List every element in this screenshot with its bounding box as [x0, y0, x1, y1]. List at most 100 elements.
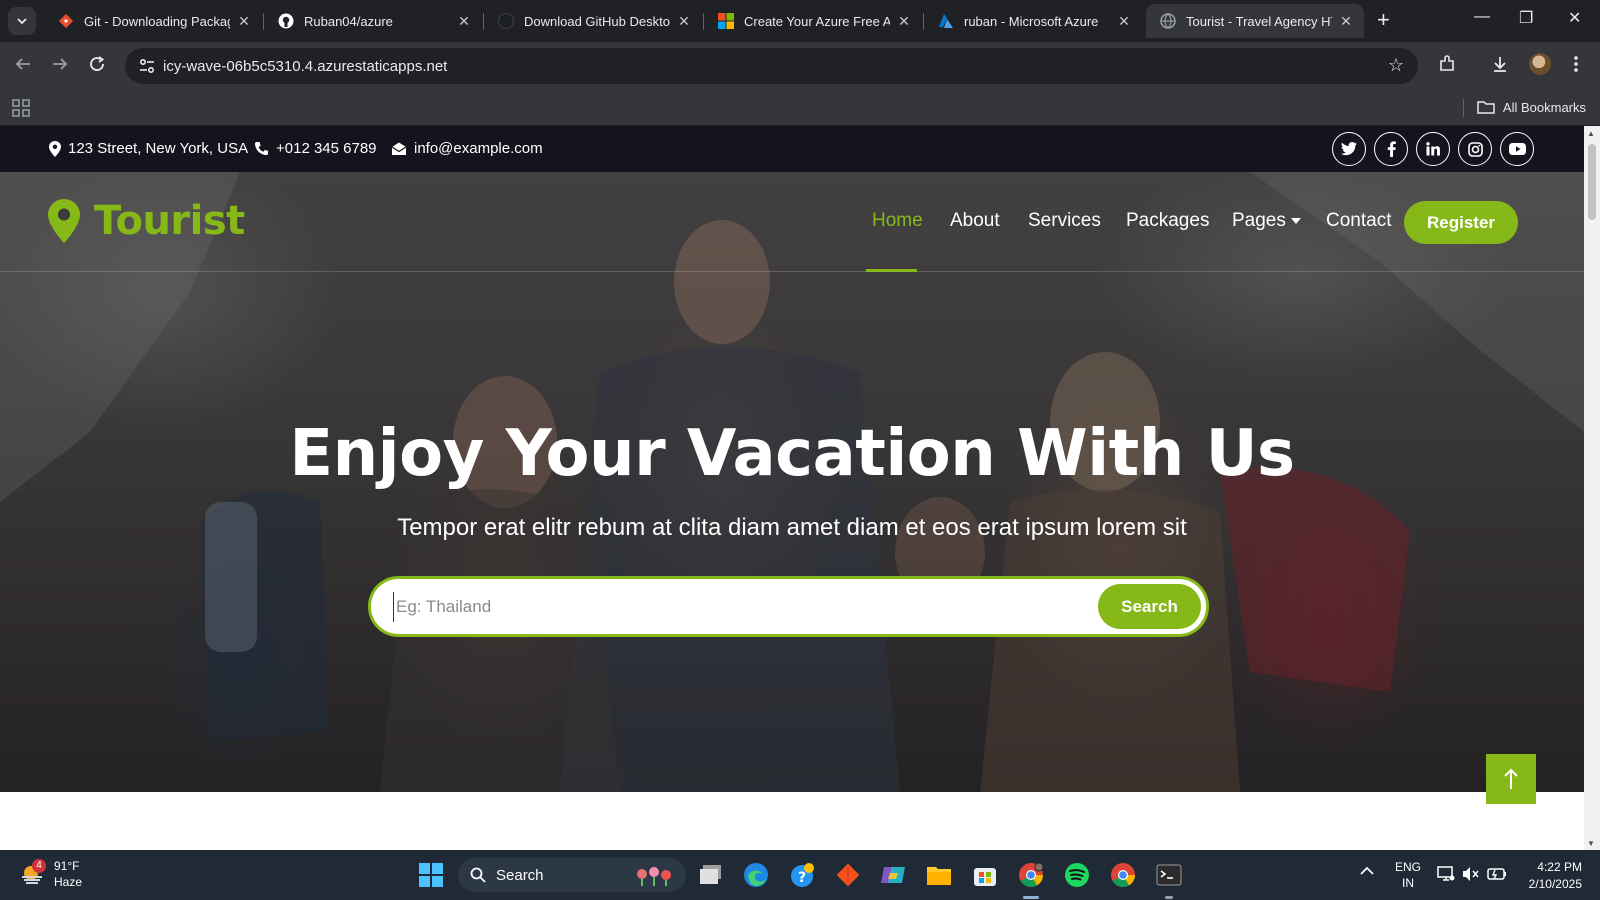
apps-grid-icon[interactable]	[12, 99, 30, 117]
chrome-profile-icon[interactable]	[1018, 862, 1044, 888]
region-code: IN	[1402, 876, 1414, 890]
hero-subtitle: Tempor erat elitr rebum at clita diam am…	[397, 514, 1187, 541]
forward-button[interactable]	[51, 55, 69, 78]
tab-azure-free-account[interactable]: Create Your Azure Free Ac ✕	[704, 4, 922, 38]
windows-start-icon[interactable]	[418, 862, 444, 888]
chrome-icon[interactable]	[1110, 862, 1136, 888]
twitter-icon[interactable]	[1332, 132, 1366, 166]
instagram-icon[interactable]	[1458, 132, 1492, 166]
git-app-icon[interactable]	[835, 862, 861, 888]
close-icon[interactable]: ✕	[456, 13, 472, 30]
close-icon[interactable]: ✕	[676, 13, 692, 30]
spotify-icon[interactable]	[1064, 862, 1090, 888]
scroll-up-arrow-icon[interactable]: ▲	[1587, 129, 1595, 138]
tab-git[interactable]: Git - Downloading Package ✕	[44, 4, 262, 38]
phone-item: +012 345 6789	[254, 140, 377, 157]
chevron-down-icon	[17, 18, 27, 25]
kebab-menu-icon[interactable]	[1573, 54, 1579, 79]
microsoft-store-icon[interactable]	[972, 862, 998, 888]
clock-time: 4:22 PM	[1537, 860, 1582, 874]
bookmarks-separator	[1463, 99, 1464, 117]
scrollbar-thumb[interactable]	[1588, 144, 1596, 220]
new-tab-button[interactable]: +	[1377, 9, 1390, 31]
github-icon	[278, 13, 294, 29]
close-icon[interactable]: ✕	[1116, 13, 1132, 30]
facebook-icon[interactable]	[1374, 132, 1408, 166]
network-icon[interactable]	[1437, 866, 1455, 885]
weather-alert-badge: 4	[32, 859, 46, 873]
nav-about[interactable]: About	[950, 210, 1000, 232]
envelope-open-icon	[391, 142, 407, 155]
weather-widget[interactable]: 4 91°F Haze	[20, 858, 82, 890]
back-to-top-button[interactable]	[1486, 754, 1536, 804]
hero-title: Enjoy Your Vacation With Us	[289, 417, 1295, 491]
edge-browser-icon[interactable]	[743, 862, 769, 888]
map-marker-icon	[49, 140, 61, 157]
tab-title: Tourist - Travel Agency HT	[1186, 13, 1332, 29]
weather-haze-icon: 4	[20, 859, 46, 885]
tab-tourist[interactable]: Tourist - Travel Agency HT ✕	[1146, 4, 1364, 38]
destination-search-form: Search	[368, 576, 1209, 637]
tab-github-desktop[interactable]: Download GitHub Desktop ✕	[484, 4, 702, 38]
site-settings-icon[interactable]	[137, 56, 157, 76]
bookmarks-bar: All Bookmarks	[0, 90, 1600, 126]
minimize-button[interactable]: —	[1474, 8, 1490, 26]
browser-toolbar: icy-wave-06b5c5310.4.azurestaticapps.net…	[0, 42, 1600, 90]
show-hidden-icons-icon[interactable]	[1360, 865, 1374, 879]
extensions-icon[interactable]	[1437, 54, 1457, 79]
flowers-decoration-icon	[637, 867, 671, 886]
task-view-icon[interactable]	[698, 862, 724, 888]
taskbar-search-box[interactable]: Search	[458, 858, 686, 892]
linkedin-icon[interactable]	[1416, 132, 1450, 166]
tab-title: Create Your Azure Free Ac	[744, 13, 890, 29]
address-bar[interactable]: icy-wave-06b5c5310.4.azurestaticapps.net…	[125, 48, 1418, 84]
email-text: info@example.com	[414, 140, 543, 157]
nav-pages-dropdown[interactable]: Pages	[1232, 210, 1301, 232]
close-window-button[interactable]: ✕	[1568, 8, 1581, 28]
copilot-icon[interactable]	[880, 862, 906, 888]
weather-description: Haze	[54, 875, 83, 889]
system-clock[interactable]: 4:22 PM 2/10/2025	[1520, 859, 1582, 893]
close-icon[interactable]: ✕	[236, 13, 252, 30]
back-button[interactable]	[14, 55, 32, 78]
nav-contact[interactable]: Contact	[1326, 210, 1391, 232]
all-bookmarks-button[interactable]: All Bookmarks	[1477, 99, 1586, 115]
microsoft-icon	[718, 13, 734, 29]
help-app-icon[interactable]: ?	[789, 862, 815, 888]
tab-strip: Git - Downloading Package ✕ Ruban04/azur…	[0, 0, 1600, 42]
nav-services[interactable]: Services	[1028, 210, 1101, 232]
tab-ruban-azure[interactable]: Ruban04/azure ✕	[264, 4, 482, 38]
clock-date: 2/10/2025	[1528, 877, 1582, 891]
download-icon[interactable]	[1490, 54, 1510, 79]
search-button[interactable]: Search	[1098, 584, 1201, 629]
nav-packages[interactable]: Packages	[1126, 210, 1209, 232]
youtube-icon[interactable]	[1500, 132, 1534, 166]
hero-section: Tourist Home About Services Packages Pag…	[0, 172, 1584, 792]
url-text[interactable]: icy-wave-06b5c5310.4.azurestaticapps.net	[163, 58, 447, 75]
language-indicator[interactable]: ENG IN	[1395, 859, 1421, 891]
terminal-icon[interactable]	[1156, 862, 1182, 888]
destination-search-input[interactable]	[393, 592, 1073, 622]
tab-title: Ruban04/azure	[304, 13, 393, 29]
close-icon[interactable]: ✕	[896, 13, 912, 30]
tab-search-button[interactable]	[8, 7, 36, 35]
folder-icon	[1477, 101, 1495, 114]
page-scrollbar[interactable]: ▲ ▼	[1584, 126, 1600, 850]
reload-button[interactable]	[88, 55, 106, 78]
tab-microsoft-azure[interactable]: ruban - Microsoft Azure ✕	[924, 4, 1142, 38]
main-navbar: Tourist Home About Services Packages Pag…	[0, 172, 1584, 272]
restore-button[interactable]: ❐	[1519, 8, 1533, 28]
weather-temperature: 91°F	[54, 859, 80, 873]
profile-avatar[interactable]	[1529, 53, 1551, 75]
brand-logo[interactable]: Tourist	[48, 198, 245, 244]
nav-home[interactable]: Home	[872, 210, 923, 232]
battery-icon[interactable]	[1487, 867, 1507, 884]
bookmark-star-icon[interactable]: ☆	[1388, 55, 1404, 76]
file-explorer-icon[interactable]	[926, 862, 952, 888]
tab-title: ruban - Microsoft Azure	[964, 13, 1099, 29]
scroll-down-arrow-icon[interactable]: ▼	[1587, 839, 1595, 848]
volume-muted-icon[interactable]	[1462, 866, 1480, 885]
map-marker-icon	[48, 199, 80, 243]
close-icon[interactable]: ✕	[1338, 13, 1354, 30]
register-button[interactable]: Register	[1404, 201, 1518, 244]
